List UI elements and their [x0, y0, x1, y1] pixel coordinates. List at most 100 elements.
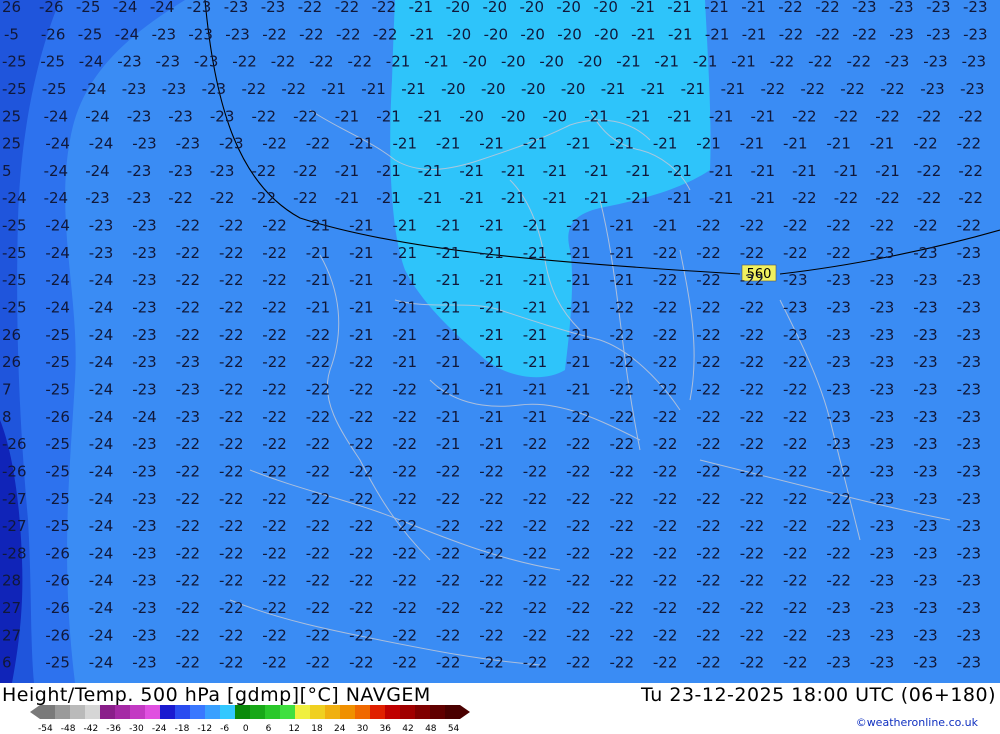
- temperature-label: -22: [610, 462, 635, 480]
- temperature-label: -22: [870, 217, 895, 235]
- temperature-label: -21: [349, 271, 374, 289]
- scale-arrow-left-icon: [30, 705, 40, 719]
- credit-link[interactable]: ©weatheronline.co.uk: [856, 716, 978, 729]
- temperature-label: -22: [262, 544, 287, 562]
- temperature-label: -21: [436, 244, 461, 262]
- temperature-label: -21: [335, 107, 360, 125]
- temperature-label: -24: [113, 0, 137, 16]
- temperature-label: -21: [306, 217, 331, 235]
- temperature-label: -25: [45, 462, 70, 480]
- temperature-label: -22: [696, 544, 721, 562]
- temperature-label: -24: [44, 162, 69, 180]
- temperature-label: -20: [459, 107, 484, 125]
- temperature-label: -22: [840, 80, 865, 98]
- temperature-label: -22: [306, 572, 331, 590]
- temperature-label: -22: [740, 654, 765, 672]
- temperature-label: -20: [556, 0, 581, 16]
- scale-swatch: [70, 705, 85, 719]
- temperature-label: -22: [740, 408, 765, 426]
- temperature-label: -22: [262, 25, 287, 43]
- temperature-label: -21: [436, 271, 461, 289]
- temperature-label: -22: [349, 435, 374, 453]
- temperature-label: -22: [479, 572, 504, 590]
- temperature-label: 6: [2, 654, 12, 672]
- temperature-label: -22: [479, 490, 504, 508]
- temperature-label: -24: [44, 107, 69, 125]
- temperature-label: -20: [441, 80, 466, 98]
- temperature-label: -22: [826, 490, 851, 508]
- temperature-label: -23: [870, 599, 895, 617]
- temperature-label: -22: [349, 462, 374, 480]
- temperature-label: -21: [349, 217, 374, 235]
- temperature-label: -22: [309, 53, 334, 71]
- temperature-label: -24: [44, 189, 69, 207]
- temperature-label: -22: [176, 217, 201, 235]
- temperature-label: -23: [122, 80, 147, 98]
- temperature-label: -22: [176, 326, 201, 344]
- temperature-label: -24: [89, 544, 114, 562]
- scale-swatch: [145, 705, 160, 719]
- temperature-label: -24: [89, 381, 114, 399]
- temperature-label: -24: [115, 25, 140, 43]
- temperature-label: -24: [89, 572, 114, 590]
- temperature-label: -21: [409, 0, 434, 16]
- scale-swatch: [85, 705, 100, 719]
- temperature-label: -22: [792, 107, 817, 125]
- temperature-label: 28: [2, 572, 21, 590]
- temperature-label: -22: [761, 80, 786, 98]
- temperature-label: -21: [566, 326, 591, 344]
- temperature-label: -20: [483, 0, 508, 16]
- temperature-label: -21: [393, 217, 418, 235]
- temperature-label: -22: [219, 544, 244, 562]
- temperature-label: -20: [557, 25, 582, 43]
- temperature-label: -23: [194, 53, 219, 71]
- temperature-label: -22: [262, 271, 287, 289]
- temperature-label: -22: [281, 80, 306, 98]
- temperature-label: -22: [306, 381, 331, 399]
- temperature-label: -22: [653, 299, 678, 317]
- temperature-label: -22: [696, 217, 721, 235]
- temperature-label: -21: [523, 299, 548, 317]
- temperature-label: -22: [826, 572, 851, 590]
- temperature-label: -22: [653, 626, 678, 644]
- temperature-label: -23: [783, 326, 808, 344]
- temperature-label: -23: [889, 0, 914, 16]
- temperature-label: -23: [870, 326, 895, 344]
- temperature-label: -22: [252, 189, 277, 207]
- temperature-label: -22: [349, 544, 374, 562]
- temperature-label: -21: [335, 189, 360, 207]
- scale-arrow-right-icon: [460, 705, 470, 719]
- temperature-label: -22: [696, 517, 721, 535]
- temperature-label: -23: [132, 326, 157, 344]
- temperature-label: -22: [293, 107, 318, 125]
- scale-swatch: [430, 705, 445, 719]
- temperature-label: -22: [566, 435, 591, 453]
- temperature-label: -5: [4, 25, 19, 43]
- scale-swatch: [370, 705, 385, 719]
- temperature-label: -21: [667, 0, 692, 16]
- scale-swatch: [355, 705, 370, 719]
- temperature-label: -23: [783, 271, 808, 289]
- temperature-label: -22: [740, 381, 765, 399]
- temperature-label: -21: [601, 80, 626, 98]
- temperature-label: -22: [219, 271, 244, 289]
- temperature-label: -24: [85, 107, 110, 125]
- temperature-label: -21: [543, 162, 568, 180]
- temperature-label: -21: [610, 217, 635, 235]
- temperature-label: -23: [156, 53, 181, 71]
- temperature-label: -22: [783, 654, 808, 672]
- temperature-label: -25: [45, 654, 70, 672]
- temperature-label: -21: [783, 135, 808, 153]
- temperature-label: -21: [479, 135, 504, 153]
- temperature-label: -21: [566, 217, 591, 235]
- temperature-label: -22: [436, 517, 461, 535]
- temperature-label: -22: [834, 189, 859, 207]
- temperature-label: -23: [783, 299, 808, 317]
- temperature-label: -21: [709, 107, 734, 125]
- temperature-label: -22: [834, 107, 859, 125]
- scale-swatch: [265, 705, 280, 719]
- temperature-label: -21: [418, 107, 443, 125]
- temperature-label: -22: [393, 462, 418, 480]
- temperature-label: -22: [262, 517, 287, 535]
- temperature-label: -21: [826, 135, 851, 153]
